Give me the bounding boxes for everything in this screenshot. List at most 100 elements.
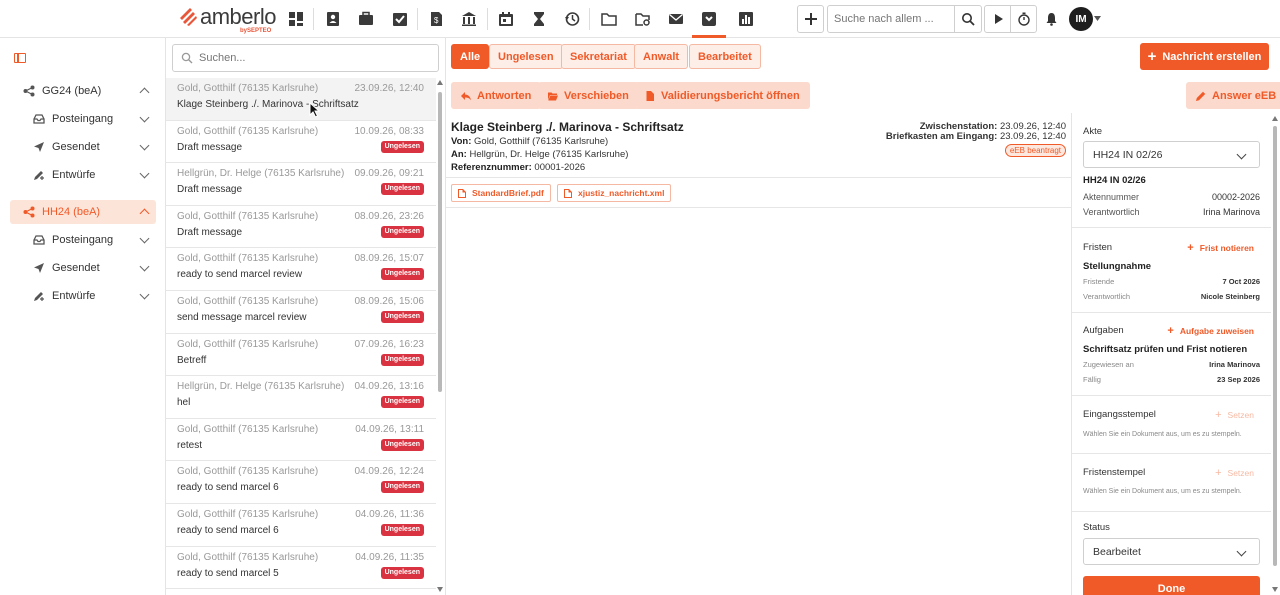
message-list-item[interactable]: Gold, Gotthilf (76135 Karlsruhe) 10.09.26… (166, 120, 436, 164)
message-to: An: Hellgrün, Dr. Helge (76135 Karlsruhe… (451, 149, 628, 160)
add-button[interactable] (797, 5, 824, 33)
answer-eeb-label: Answer eEB (1212, 89, 1277, 102)
reports-icon[interactable] (735, 8, 757, 30)
scrollbar-thumb[interactable] (438, 92, 442, 392)
status-label: Status (1083, 522, 1110, 533)
set-deadline-stamp-link[interactable]: + Setzen (1215, 467, 1254, 479)
plus-icon: + (1187, 242, 1194, 254)
chevron-down-icon[interactable] (1094, 16, 1101, 21)
briefcase-icon[interactable] (355, 8, 377, 30)
message-search-input[interactable] (199, 49, 429, 67)
send-icon (32, 140, 46, 154)
add-deadline-link[interactable]: + Frist notieren (1187, 242, 1254, 254)
scroll-down-icon[interactable] (437, 587, 443, 592)
plus-icon: + (1167, 325, 1174, 337)
mail-icon[interactable] (665, 8, 687, 30)
message-list-item[interactable]: Gold, Gotthilf (76135 Karlsruhe) 07.09.26… (166, 333, 436, 377)
filter-unread-button[interactable]: Ungelesen (489, 44, 563, 69)
validation-report-button[interactable]: Validierungsbericht öffnen (635, 82, 810, 109)
attachment-xml[interactable]: xjustiz_nachricht.xml (557, 184, 672, 202)
file-icon (458, 188, 466, 198)
fristende-label: Fristende (1083, 277, 1115, 286)
status-select[interactable]: Bearbeitet (1083, 538, 1260, 565)
filter-edited-button[interactable]: Bearbeitet (689, 44, 761, 69)
scroll-up-icon[interactable] (1272, 116, 1278, 121)
sidebar-toggle-icon[interactable] (14, 53, 26, 63)
chevron-up-icon (139, 208, 150, 219)
unread-badge: Ungelesen (380, 353, 424, 366)
chevron-down-icon (1236, 546, 1247, 557)
message-list-item[interactable]: Hellgrün, Dr. Helge (76135 Karlsruhe) 04.… (166, 376, 436, 419)
sidebar-group-hh24[interactable]: HH24 (beA) (10, 200, 156, 224)
sidebar-item-label: Gesendet (52, 141, 100, 153)
history-icon[interactable] (561, 8, 583, 30)
create-message-button[interactable]: + Nachricht erstellen (1140, 43, 1269, 70)
filter-all-button[interactable]: Alle (451, 44, 490, 69)
filter-lawyer-button[interactable]: Anwalt (634, 44, 689, 69)
sidebar-item-hh24-posteingang[interactable]: Posteingang (10, 228, 156, 252)
sidebar-item-gg24-posteingang[interactable]: Posteingang (10, 107, 156, 131)
message-list-item[interactable]: Gold, Gotthilf (76135 Karlsruhe) 08.09.26… (166, 248, 436, 291)
move-label: Verschieben (564, 89, 629, 102)
aufgaben-label: Aufgaben (1083, 325, 1124, 336)
message-list-item[interactable]: Hellgrün, Dr. Helge (76135 Karlsruhe) 09.… (166, 163, 436, 206)
assign-task-link[interactable]: + Aufgabe zuweisen (1167, 325, 1254, 337)
global-search-input[interactable] (828, 6, 954, 32)
sidebar-item-gg24-gesendet[interactable]: Gesendet (10, 135, 156, 159)
folder-search-icon[interactable] (632, 8, 654, 30)
attachment-pdf[interactable]: StandardBrief.pdf (451, 184, 551, 202)
assigned-to-value: Irina Marinova (1209, 360, 1260, 369)
reply-button[interactable]: Antworten (451, 82, 542, 109)
eeb-status-badge: eEB beantragt (1004, 144, 1066, 157)
unread-badge: Ungelesen (380, 566, 424, 579)
svg-text:$: $ (434, 16, 439, 25)
calendar-icon[interactable] (495, 8, 517, 30)
message-list-item[interactable]: Gold, Gotthilf (76135 Karlsruhe) 04.09.26… (166, 503, 436, 547)
sidebar-item-hh24-entwuerfe[interactable]: Entwürfe (10, 284, 156, 308)
filter-secretariat-button[interactable]: Sekretariat (561, 44, 636, 69)
scroll-down-icon[interactable] (1272, 587, 1278, 592)
message-list-item[interactable]: Gold, Gotthilf (76135 Karlsruhe) 23.09.26… (166, 78, 436, 121)
scrollbar-thumb[interactable] (1273, 126, 1277, 566)
bea-inbox-icon[interactable] (698, 8, 720, 30)
message-subject: Draft message (177, 226, 243, 238)
message-subject: Klage Steinberg ./. Marinova - Schriftsa… (177, 99, 359, 110)
bank-icon[interactable] (458, 8, 480, 30)
message-date: 04.09.26, 13:11 (355, 423, 424, 435)
play-timer-button[interactable] (984, 5, 1011, 33)
message-list-item[interactable]: Gold, Gotthilf (76135 Karlsruhe) 04.09.26… (166, 546, 436, 590)
message-list-item[interactable]: Gold, Gotthilf (76135 Karlsruhe) 08.09.26… (166, 205, 436, 249)
scroll-up-icon[interactable] (437, 80, 443, 85)
message-list-item[interactable]: Gold, Gotthilf (76135 Karlsruhe) 04.09.26… (166, 418, 436, 462)
sidebar-group-gg24[interactable]: GG24 (beA) (10, 79, 156, 103)
brand-name: amberlo (200, 4, 276, 29)
folder-icon[interactable] (598, 8, 620, 30)
sidebar-item-gg24-entwuerfe[interactable]: Entwürfe (10, 163, 156, 187)
message-sender: Gold, Gotthilf (76135 Karlsruhe) (177, 551, 319, 563)
message-list-item[interactable]: Gold, Gotthilf (76135 Karlsruhe) 08.09.26… (166, 290, 436, 334)
global-search-button[interactable] (954, 6, 981, 32)
sidebar-item-hh24-gesendet[interactable]: Gesendet (10, 256, 156, 280)
case-panel-scrollbar[interactable] (1272, 116, 1279, 592)
message-subject: retest (177, 439, 203, 451)
akte-select[interactable]: HH24 IN 02/26 (1083, 141, 1260, 168)
tasks-icon[interactable] (389, 8, 411, 30)
done-button[interactable]: Done (1083, 576, 1260, 595)
set-deadline-stamp-label: Setzen (1227, 468, 1254, 478)
answer-eeb-button[interactable]: Answer eEB (1186, 82, 1280, 109)
stopwatch-button[interactable] (1010, 5, 1037, 33)
unread-badge: Ungelesen (380, 481, 424, 494)
message-list-scrollbar[interactable] (437, 80, 444, 592)
hourglass-icon[interactable] (528, 8, 550, 30)
message-sender: Gold, Gotthilf (76135 Karlsruhe) (177, 253, 319, 265)
move-button[interactable]: Verschieben (538, 82, 639, 109)
contacts-icon[interactable] (322, 8, 344, 30)
mailbox-value: 23.09.26, 12:40 (999, 131, 1066, 142)
set-receipt-stamp-link[interactable]: + Setzen (1215, 409, 1254, 421)
bell-icon[interactable] (1045, 12, 1058, 26)
invoice-icon[interactable]: $ (425, 8, 447, 30)
plus-icon (804, 13, 817, 25)
dashboard-icon[interactable] (285, 8, 307, 30)
user-avatar[interactable]: IM (1069, 7, 1093, 31)
message-list-item[interactable]: Gold, Gotthilf (76135 Karlsruhe) 04.09.26… (166, 461, 436, 504)
